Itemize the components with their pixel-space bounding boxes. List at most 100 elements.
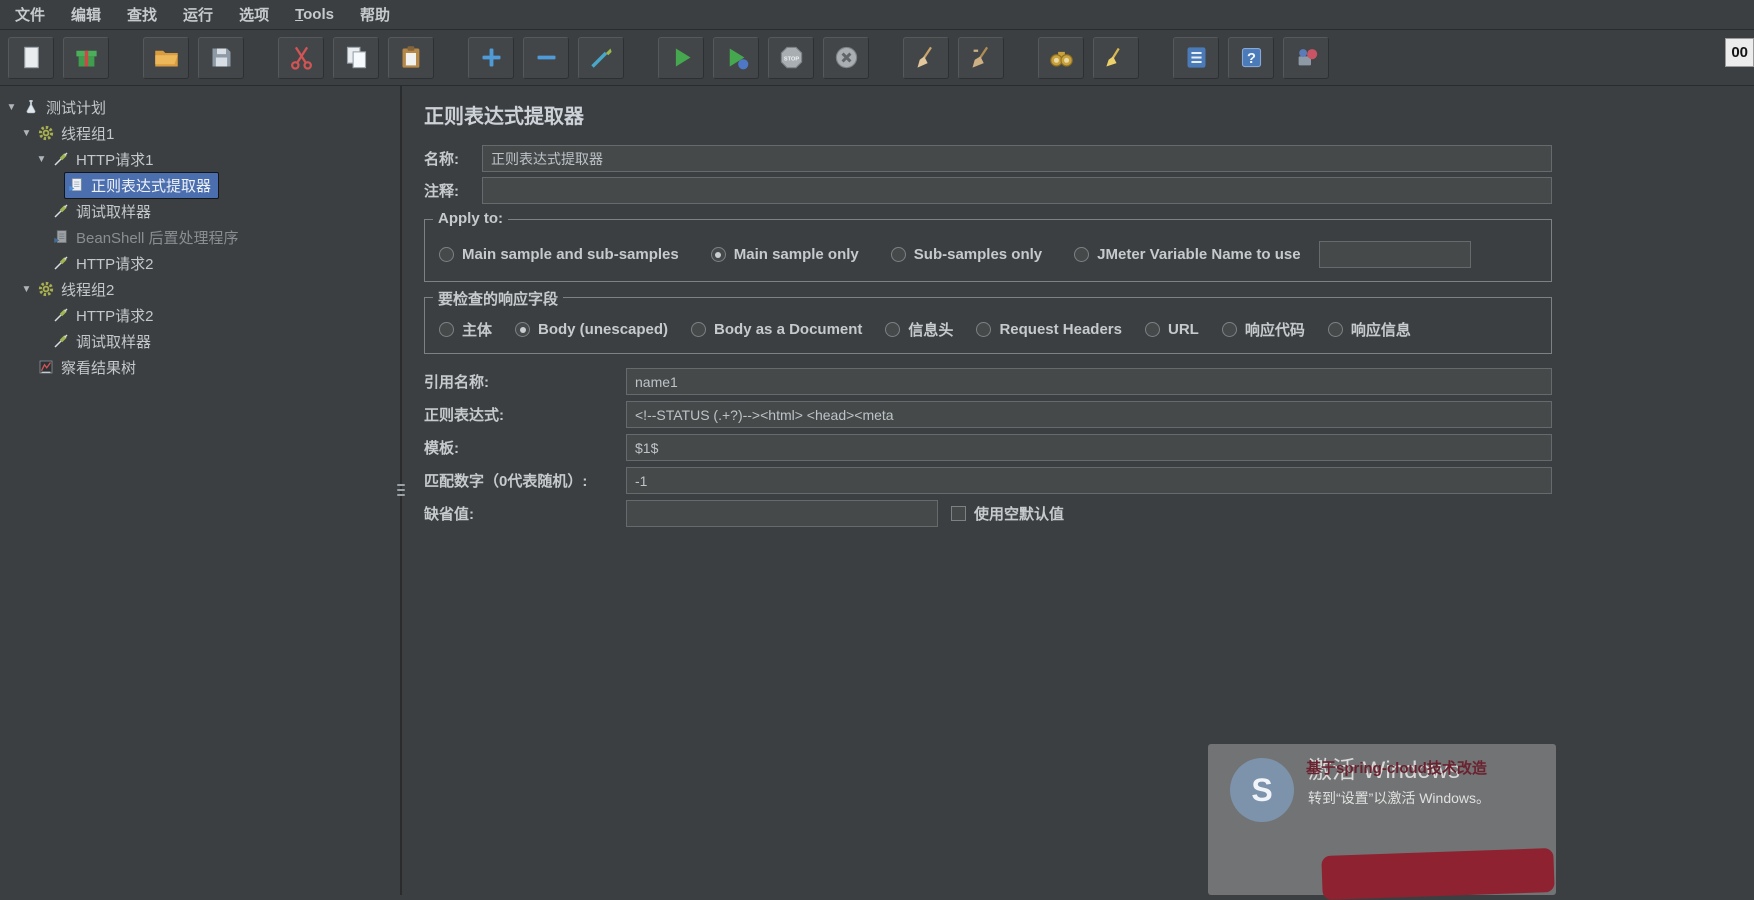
collapse-arrow-icon[interactable]: ▼ [4,102,19,113]
collapse-all-button[interactable] [523,36,569,79]
tree-node-test-plan[interactable]: 测试计划 [19,94,114,121]
page-title: 正则表达式提取器 [424,106,584,128]
tree-node-view-results-tree[interactable]: 察看结果树 [34,354,144,381]
paste-button[interactable] [388,36,434,79]
tree-node-debug-sampler-2[interactable]: 调试取样器 [49,328,159,355]
tree-node-thread-group-1[interactable]: 线程组1 [34,120,122,147]
copy-button[interactable] [333,36,379,79]
menu-tools[interactable]: Tools [282,2,347,27]
response-field-option[interactable]: 响应信息 [1327,319,1411,340]
tree-node-label: 测试计划 [46,99,107,117]
tree-row: 调试取样器 [0,328,400,354]
new-file-button[interactable] [8,36,54,79]
menu-edit[interactable]: 编辑 [58,0,114,29]
menu-options[interactable]: 选项 [226,0,282,29]
toggle-button[interactable] [578,36,624,79]
sampler-icon [54,256,68,270]
radio-label: Main sample and sub-samples [462,246,679,263]
search-icon [1049,51,1073,67]
menu-file[interactable]: 文件 [2,0,58,29]
menu-help[interactable]: 帮助 [347,0,403,29]
radio-icon [1074,247,1090,262]
match-number-input[interactable] [626,467,1552,494]
search-reset-button[interactable] [1093,36,1139,79]
tree-node-label: 线程组1 [61,125,115,143]
tree-node-http-request-2[interactable]: HTTP请求2 [49,250,162,277]
tree-row: BeanShell 后置处理程序 [0,224,400,250]
apply-to-options: Main sample and sub-samples Main sample o… [439,241,1537,268]
tree-node-debug-sampler-1[interactable]: 调试取样器 [49,198,159,225]
response-field-options: 主体 Body (unescaped) Body as a Document 信息头 R… [439,319,1537,340]
radio-label: 信息头 [908,322,954,339]
start-no-pauses-icon [729,48,748,70]
save-button[interactable] [198,36,244,79]
response-field-option[interactable]: URL [1145,321,1199,338]
collapse-arrow-icon[interactable]: ▼ [19,284,34,295]
clear-button[interactable] [903,36,949,79]
tree-node-http-request-1[interactable]: HTTP请求1 [49,146,162,173]
thread-group-icon [38,125,54,141]
comments-input[interactable] [482,177,1552,204]
tree-node-thread-group-2[interactable]: 线程组2 [34,276,122,303]
expand-all-icon [482,48,500,67]
response-field-option[interactable]: Body (unescaped) [515,321,668,338]
options-tool-button[interactable] [1283,36,1329,79]
tree-node-beanshell-postprocessor[interactable]: BeanShell 后置处理程序 [49,224,247,251]
shutdown-button[interactable] [823,36,869,79]
templates-button[interactable] [63,36,109,79]
tree-node-label: 线程组2 [61,281,115,299]
response-field-option[interactable]: Body as a Document [691,321,862,338]
collapse-all-icon [537,55,555,60]
templates-icon [75,50,97,67]
apply-to-option[interactable]: JMeter Variable Name to use [1074,241,1471,268]
function-helper-icon [1187,47,1205,68]
template-input[interactable] [626,434,1552,461]
tree-node-regex-extractor[interactable]: 正则表达式提取器 [64,171,220,199]
sampler-icon [54,152,68,166]
tree-row: ▼ HTTP请求1 [0,146,400,172]
collapse-arrow-icon[interactable]: ▼ [34,154,49,165]
test-plan-tree-panel: ▼ 测试计划 ▼ 线程组1 ▼ HTTP请求1 正则表达式提取器 调试取样器 BeanShell… [0,86,405,895]
response-field-option[interactable]: Request Headers [976,321,1122,338]
start-no-pauses-button[interactable] [713,36,759,79]
name-label: 名称: [424,151,459,168]
cut-button[interactable] [278,36,324,79]
thread-group-icon [38,281,54,297]
avatar: S [1230,758,1294,822]
apply-to-variable-input[interactable] [1318,241,1471,268]
start-button[interactable] [658,36,704,79]
stop-button[interactable]: STOP [768,36,814,79]
search-button[interactable] [1038,36,1084,79]
splitter-grip[interactable] [395,478,407,502]
collapse-arrow-icon[interactable]: ▼ [19,128,34,139]
name-input[interactable] [482,145,1552,172]
response-field-option[interactable]: 响应代码 [1221,319,1305,340]
new-file-icon [23,46,39,69]
use-empty-default-checkbox[interactable] [951,506,966,521]
response-field-option[interactable]: 信息头 [885,319,953,340]
apply-to-option[interactable]: Sub-samples only [890,246,1042,263]
shutdown-icon [835,46,857,69]
sampler-icon [54,334,68,348]
reference-name-input[interactable] [626,368,1552,395]
response-field-option[interactable]: 主体 [439,319,492,340]
default-value-input[interactable] [626,500,938,527]
help-button[interactable]: ? [1228,36,1274,79]
clear-all-button[interactable] [958,36,1004,79]
open-file-button[interactable] [143,36,189,79]
tree-node-http-request-2b[interactable]: HTTP请求2 [49,302,162,329]
menu-search[interactable]: 查找 [114,0,170,29]
expand-all-button[interactable] [468,36,514,79]
regex-input[interactable] [626,401,1552,428]
tree-row: 调试取样器 [0,198,400,224]
toolbar-group [278,36,434,79]
name-row: 名称: [424,145,1552,172]
menu-run[interactable]: 运行 [170,0,226,29]
post-processor-icon [54,230,67,243]
response-field-group: 要检查的响应字段 主体 Body (unescaped) Body as a Doc… [424,288,1552,354]
apply-to-option[interactable]: Main sample only [710,246,859,263]
function-helper-button[interactable] [1173,36,1219,79]
tree-node-label: BeanShell 后置处理程序 [76,229,239,247]
extractor-form: 引用名称: 正则表达式: 模板: 匹配数字（0代表随机）: 缺省值: 使用空默认值 [424,368,1754,527]
apply-to-option[interactable]: Main sample and sub-samples [439,246,679,263]
